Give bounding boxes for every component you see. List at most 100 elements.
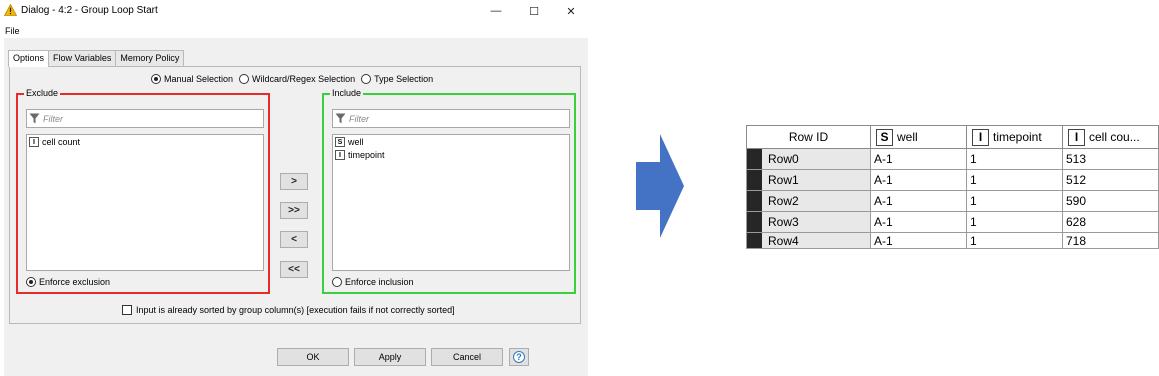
manual-selection-radio[interactable]: [151, 74, 161, 84]
type-selection-option[interactable]: Type Selection: [361, 74, 433, 84]
table-cell: 513: [1062, 148, 1159, 170]
well-column-header[interactable]: S well: [870, 125, 967, 149]
column-header-label: timepoint: [993, 130, 1042, 144]
manual-selection-option[interactable]: Manual Selection: [151, 74, 233, 84]
ok-button[interactable]: OK: [277, 348, 349, 366]
row-id: Row3: [768, 215, 799, 229]
type-selection-radio[interactable]: [361, 74, 372, 84]
string-type-icon: S: [876, 128, 893, 146]
exclude-filter-placeholder: Filter: [43, 113, 63, 124]
row-id: Row1: [768, 173, 799, 187]
output-table: Row ID S well I timepoint I cell cou...: [746, 125, 1159, 249]
remove-button[interactable]: <: [280, 231, 308, 248]
row-id-cell: Row2: [746, 190, 871, 212]
title-bar: Dialog - 4:2 - Group Loop Start — ☐ ✕: [0, 0, 588, 22]
cancel-button[interactable]: Cancel: [431, 348, 503, 366]
already-sorted-label: Input is already sorted by group column(…: [136, 305, 455, 315]
right-arrow-icon: [636, 134, 684, 238]
exclude-group: Exclude Filter I cell count Enforce excl…: [16, 88, 270, 294]
already-sorted-option[interactable]: Input is already sorted by group column(…: [122, 305, 455, 315]
table-cell: 1: [966, 169, 1063, 191]
minimize-button[interactable]: —: [483, 2, 509, 20]
wildcard-selection-radio[interactable]: [239, 74, 250, 84]
include-group: Include Filter S well I timepoint Enforc…: [322, 88, 576, 294]
add-button[interactable]: >: [280, 173, 308, 190]
double-chevron-right-icon: >>: [288, 205, 300, 216]
close-icon: ✕: [566, 5, 576, 18]
apply-button[interactable]: Apply: [354, 348, 426, 366]
row-id-cell: Row1: [746, 169, 871, 191]
list-item[interactable]: I timepoint: [333, 148, 569, 161]
close-button[interactable]: ✕: [558, 2, 584, 20]
menu-file[interactable]: File: [5, 26, 20, 36]
table-row[interactable]: Row3 A-1 1 628: [746, 211, 1159, 233]
list-item[interactable]: I cell count: [27, 135, 263, 148]
table-cell: 1: [966, 148, 1063, 170]
warning-icon: [4, 4, 17, 16]
tab-bar: Options Flow Variables Memory Policy: [8, 50, 185, 67]
row-id-header-label: Row ID: [788, 130, 829, 144]
table-cell: 512: [1062, 169, 1159, 191]
row-id: Row4: [768, 233, 799, 248]
exclude-list[interactable]: I cell count: [26, 134, 264, 271]
tab-memory-policy[interactable]: Memory Policy: [115, 50, 185, 66]
enforce-exclusion-radio[interactable]: [26, 277, 36, 287]
wildcard-selection-option[interactable]: Wildcard/Regex Selection: [239, 74, 355, 84]
row-marker: [747, 233, 762, 248]
double-chevron-left-icon: <<: [288, 264, 300, 275]
list-item-label: cell count: [42, 136, 81, 147]
row-id-cell: Row0: [746, 148, 871, 170]
already-sorted-checkbox[interactable]: [122, 305, 132, 315]
row-id: Row0: [768, 152, 799, 166]
table-cell: 1: [966, 232, 1063, 249]
table-row[interactable]: Row1 A-1 1 512: [746, 169, 1159, 191]
include-filter-input[interactable]: Filter: [332, 109, 570, 128]
include-list[interactable]: S well I timepoint: [332, 134, 570, 271]
enforce-inclusion-radio[interactable]: [332, 277, 342, 287]
table-row[interactable]: Row2 A-1 1 590: [746, 190, 1159, 212]
column-header-label: cell cou...: [1089, 130, 1140, 144]
exclude-filter-input[interactable]: Filter: [26, 109, 264, 128]
integer-type-icon: I: [29, 136, 39, 147]
table-header-row: Row ID S well I timepoint I cell cou...: [746, 125, 1159, 149]
list-item-label: well: [348, 136, 364, 147]
list-item[interactable]: S well: [333, 135, 569, 148]
row-marker: [747, 170, 762, 190]
table-row[interactable]: Row4 A-1 1 718: [746, 232, 1159, 249]
row-id-header[interactable]: Row ID: [746, 125, 871, 149]
filter-icon: [29, 113, 40, 124]
menu-bar: File: [5, 26, 20, 36]
tab-flow-variables[interactable]: Flow Variables: [48, 50, 117, 66]
selection-mode-group: Manual Selection Wildcard/Regex Selectio…: [151, 74, 439, 84]
table-row[interactable]: Row0 A-1 1 513: [746, 148, 1159, 170]
include-filter-placeholder: Filter: [349, 113, 369, 124]
cell-count-column-header[interactable]: I cell cou...: [1062, 125, 1159, 149]
table-cell: 718: [1062, 232, 1159, 249]
table-cell: A-1: [870, 232, 967, 249]
integer-type-icon: I: [972, 128, 989, 146]
table-cell: A-1: [870, 169, 967, 191]
row-id-cell: Row3: [746, 211, 871, 233]
timepoint-column-header[interactable]: I timepoint: [966, 125, 1063, 149]
table-cell: A-1: [870, 211, 967, 233]
maximize-button[interactable]: ☐: [521, 2, 547, 20]
table-cell: 1: [966, 190, 1063, 212]
tab-options[interactable]: Options: [8, 50, 50, 67]
row-id: Row2: [768, 194, 799, 208]
maximize-icon: ☐: [529, 5, 539, 18]
remove-all-button[interactable]: <<: [280, 261, 308, 278]
group-loop-start-dialog: Dialog - 4:2 - Group Loop Start — ☐ ✕ Fi…: [0, 0, 588, 376]
help-button[interactable]: ?: [509, 348, 529, 366]
add-all-button[interactable]: >>: [280, 202, 308, 219]
table-cell: 1: [966, 211, 1063, 233]
enforce-exclusion-option[interactable]: Enforce exclusion: [26, 277, 110, 287]
dialog-content: Options Flow Variables Memory Policy Man…: [4, 38, 588, 376]
row-id-cell: Row4: [746, 232, 871, 249]
string-type-icon: S: [335, 136, 345, 147]
chevron-right-icon: >: [291, 176, 297, 187]
enforce-inclusion-option[interactable]: Enforce inclusion: [332, 277, 414, 287]
help-icon: ?: [513, 351, 525, 363]
integer-type-icon: I: [1068, 128, 1085, 146]
filter-icon: [335, 113, 346, 124]
include-title: Include: [330, 88, 364, 98]
